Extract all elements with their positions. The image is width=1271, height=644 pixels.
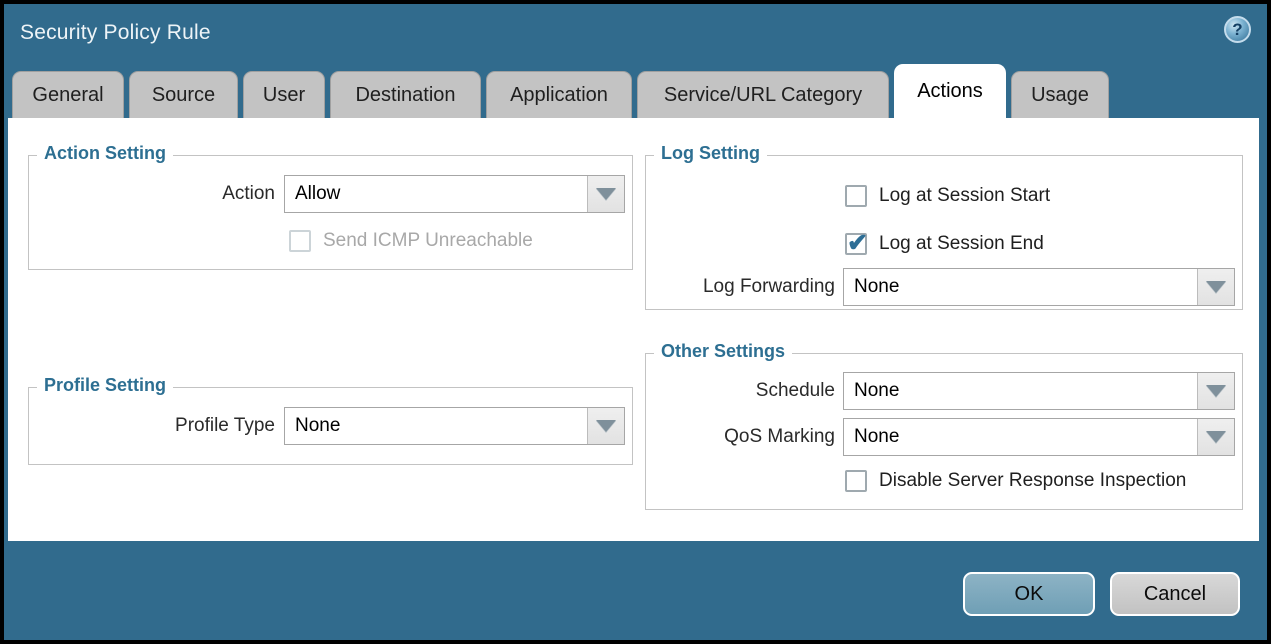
- action-dropdown[interactable]: Allow: [284, 175, 625, 213]
- security-policy-rule-dialog: Security Policy Rule ? General Source Us…: [4, 4, 1267, 640]
- action-dropdown-value: Allow: [295, 183, 340, 204]
- log-setting-legend: Log Setting: [654, 143, 767, 164]
- log-forwarding-label: Log Forwarding: [648, 268, 835, 306]
- log-session-start-checkbox[interactable]: [845, 185, 867, 207]
- dsri-checkbox[interactable]: [845, 470, 867, 492]
- profile-type-dropdown[interactable]: None: [284, 407, 625, 445]
- send-icmp-row: Send ICMP Unreachable: [289, 228, 533, 254]
- tab-source[interactable]: Source: [129, 71, 238, 118]
- tab-user[interactable]: User: [243, 71, 325, 118]
- log-forwarding-dropdown-button[interactable]: [1197, 269, 1234, 305]
- tab-actions[interactable]: Actions: [894, 64, 1006, 118]
- log-session-end-checkbox[interactable]: [845, 233, 867, 255]
- chevron-down-icon: [1206, 431, 1226, 443]
- send-icmp-label: Send ICMP Unreachable: [323, 230, 533, 252]
- chevron-down-icon: [1206, 281, 1226, 293]
- other-settings-legend: Other Settings: [654, 341, 792, 362]
- profile-type-dropdown-value: None: [295, 415, 340, 436]
- schedule-dropdown[interactable]: None: [843, 372, 1235, 410]
- chevron-down-icon: [596, 420, 616, 432]
- action-setting-legend: Action Setting: [37, 143, 173, 164]
- log-session-start-label: Log at Session Start: [879, 185, 1050, 207]
- qos-marking-dropdown[interactable]: None: [843, 418, 1235, 456]
- tab-service-url-category[interactable]: Service/URL Category: [637, 71, 889, 118]
- log-forwarding-dropdown-value: None: [854, 276, 899, 297]
- help-icon[interactable]: ?: [1224, 16, 1251, 43]
- qos-marking-dropdown-value: None: [854, 426, 899, 447]
- chevron-down-icon: [596, 188, 616, 200]
- send-icmp-checkbox[interactable]: [289, 230, 311, 252]
- chevron-down-icon: [1206, 385, 1226, 397]
- cancel-button[interactable]: Cancel: [1110, 572, 1240, 616]
- log-session-end-row: Log at Session End: [845, 231, 1044, 257]
- profile-type-dropdown-button[interactable]: [587, 408, 624, 444]
- log-forwarding-dropdown[interactable]: None: [843, 268, 1235, 306]
- schedule-dropdown-button[interactable]: [1197, 373, 1234, 409]
- profile-setting-legend: Profile Setting: [37, 375, 173, 396]
- action-dropdown-button[interactable]: [587, 176, 624, 212]
- tab-usage[interactable]: Usage: [1011, 71, 1109, 118]
- tab-destination[interactable]: Destination: [330, 71, 481, 118]
- schedule-dropdown-value: None: [854, 380, 899, 401]
- profile-type-label: Profile Type: [28, 407, 275, 445]
- action-label: Action: [28, 175, 275, 213]
- tab-content-panel: Action Setting Action Allow Send ICMP Un…: [8, 118, 1259, 541]
- qos-marking-dropdown-button[interactable]: [1197, 419, 1234, 455]
- dsri-label: Disable Server Response Inspection: [879, 470, 1186, 492]
- qos-marking-label: QoS Marking: [648, 418, 835, 456]
- log-session-end-label: Log at Session End: [879, 233, 1044, 255]
- ok-button[interactable]: OK: [963, 572, 1095, 616]
- tab-application[interactable]: Application: [486, 71, 632, 118]
- tab-bar: General Source User Destination Applicat…: [12, 64, 1109, 118]
- schedule-label: Schedule: [648, 372, 835, 410]
- tab-general[interactable]: General: [12, 71, 124, 118]
- dialog-title: Security Policy Rule: [20, 21, 211, 45]
- log-session-start-row: Log at Session Start: [845, 183, 1050, 209]
- dsri-row: Disable Server Response Inspection: [845, 468, 1186, 494]
